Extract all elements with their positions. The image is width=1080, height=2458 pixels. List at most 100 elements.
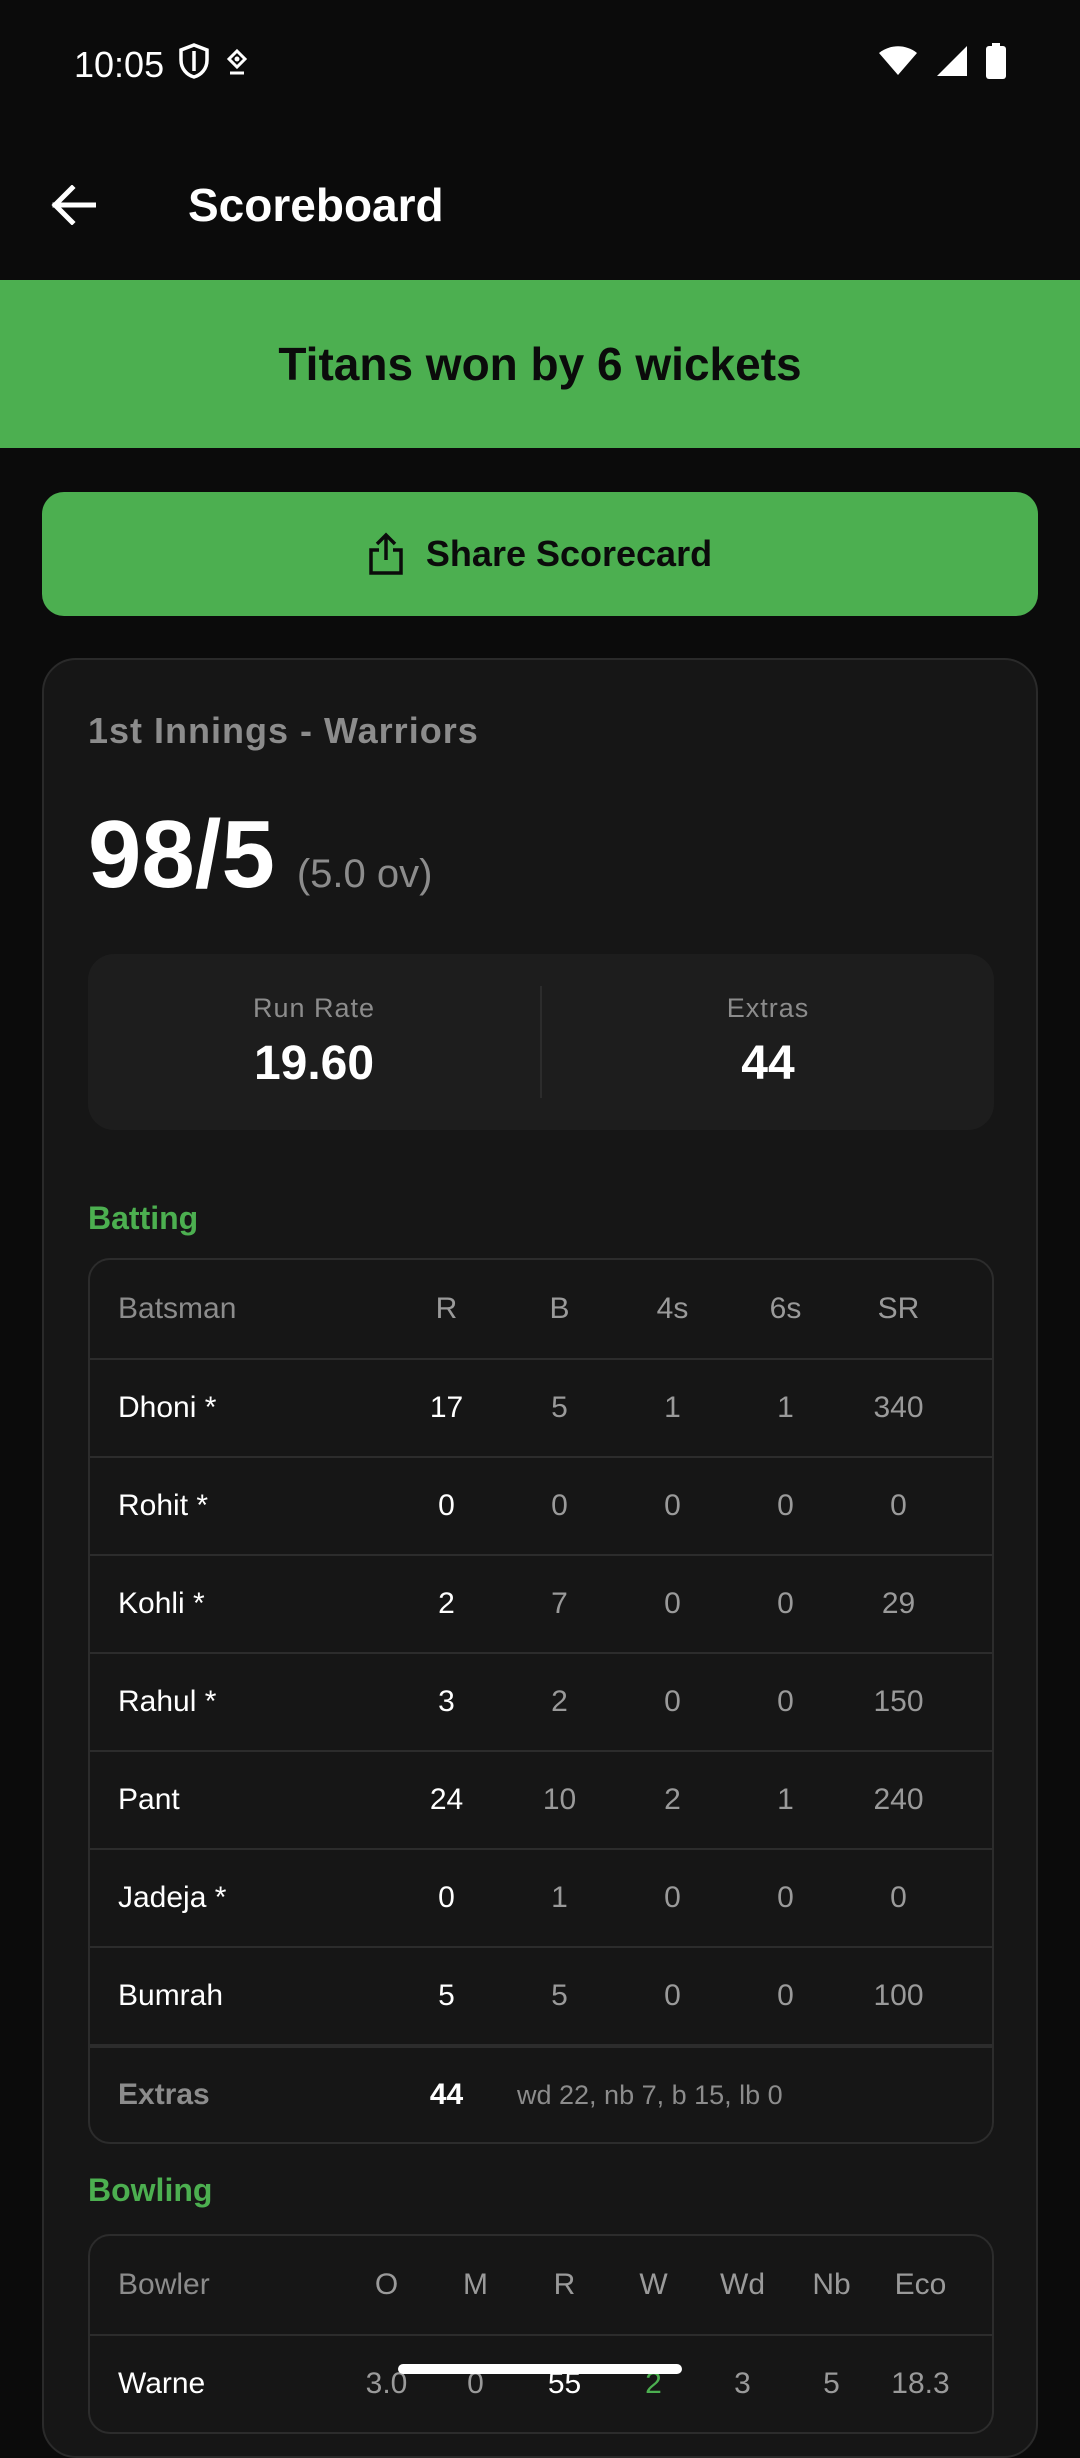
bowling-table: Bowler O M R W Wd Nb Eco Warne 3.0 0 55 … (88, 2234, 994, 2434)
balls: 7 (551, 1587, 568, 1620)
innings-score: 98/5 (5.0 ov) (88, 800, 432, 910)
column-header: B (549, 1292, 570, 1325)
sixes: 0 (777, 1685, 794, 1718)
batsman-name: Dhoni * (118, 1391, 217, 1424)
extras-row-label: Extras (118, 2078, 210, 2111)
balls: 5 (551, 1979, 568, 2012)
table-row[interactable]: Bumrah 5 5 0 0 100 (90, 1946, 992, 2044)
strike-rate: 100 (873, 1979, 924, 2012)
page-title: Scoreboard (188, 179, 444, 231)
column-header: SR (877, 1292, 920, 1325)
sixes: 1 (777, 1391, 794, 1424)
bowler-name: Warne (118, 2367, 206, 2400)
balls: 5 (551, 1391, 568, 1424)
table-row[interactable]: Rahul * 3 2 0 0 150 (90, 1652, 992, 1750)
innings-stats: Run Rate 19.60 Extras 44 (88, 954, 994, 1130)
table-row[interactable]: Kohli * 2 7 0 0 29 (90, 1554, 992, 1652)
strike-rate: 0 (890, 1881, 907, 1914)
battery-icon (986, 42, 1006, 88)
share-scorecard-label: Share Scorecard (425, 533, 713, 574)
fours: 0 (664, 1979, 681, 2012)
home-indicator[interactable] (398, 2364, 682, 2374)
table-row[interactable]: Jadeja * 0 1 0 0 0 (90, 1848, 992, 1946)
sixes: 0 (777, 1489, 794, 1522)
fours: 2 (664, 1783, 681, 1816)
batsman-name: Pant (118, 1783, 180, 1816)
runs: 5 (438, 1979, 455, 2012)
runs: 24 (429, 1783, 464, 1816)
wides: 3 (734, 2367, 751, 2400)
extras-row-value: 44 (429, 2078, 464, 2111)
column-header: 4s (656, 1292, 689, 1325)
sixes: 0 (777, 1587, 794, 1620)
run-rate-label: Run Rate (252, 993, 376, 1023)
extras-row-detail: wd 22, nb 7, b 15, lb 0 (517, 2079, 783, 2110)
table-row[interactable]: Pant 24 10 2 1 240 (90, 1750, 992, 1848)
batsman-name: Kohli * (118, 1587, 205, 1620)
batting-section-label: Batting (88, 1200, 199, 1236)
batsman-name: Jadeja * (118, 1881, 227, 1914)
innings-title: 1st Innings - Warriors (88, 710, 479, 751)
table-header-row: Bowler O M R W Wd Nb Eco (90, 2236, 992, 2334)
sixes: 0 (777, 1881, 794, 1914)
column-header: R (435, 1292, 458, 1325)
score-overs: (5.0 ov) (296, 852, 433, 896)
extras-row: Extras 44 wd 22, nb 7, b 15, lb 0 (90, 2044, 992, 2142)
shield-icon (178, 42, 210, 88)
strike-rate: 0 (890, 1489, 907, 1522)
balls: 10 (542, 1783, 577, 1816)
back-button[interactable] (28, 160, 118, 250)
strike-rate: 340 (873, 1391, 924, 1424)
location-icon (224, 44, 250, 86)
table-row[interactable]: Warne 3.0 0 55 2 3 5 18.3 (90, 2334, 992, 2432)
column-header: M (463, 2268, 488, 2301)
no-balls: 5 (823, 2367, 840, 2400)
strike-rate: 29 (881, 1587, 916, 1620)
column-header: Bowler (118, 2268, 210, 2301)
economy: 18.3 (891, 2367, 950, 2400)
wifi-icon (878, 44, 918, 86)
match-result-text: Titans won by 6 wickets (278, 338, 802, 390)
run-rate-value: 19.60 (253, 1037, 375, 1090)
table-row[interactable]: Rohit * 0 0 0 0 0 (90, 1456, 992, 1554)
fours: 1 (664, 1391, 681, 1424)
cellular-signal-icon (936, 44, 968, 86)
runs: 0 (438, 1489, 455, 1522)
sixes: 0 (777, 1979, 794, 2012)
runs: 0 (438, 1881, 455, 1914)
status-bar: 10:05 (0, 0, 1080, 130)
run-rate-stat: Run Rate 19.60 (88, 993, 540, 1091)
runs: 2 (438, 1587, 455, 1620)
extras-stat-value: 44 (741, 1037, 795, 1090)
runs: 17 (429, 1391, 464, 1424)
balls: 1 (551, 1881, 568, 1914)
column-header: Nb (812, 2268, 851, 2301)
batsman-name: Bumrah (118, 1979, 224, 2012)
fours: 0 (664, 1489, 681, 1522)
column-header: W (639, 2268, 668, 2301)
batsman-name: Rahul * (118, 1685, 217, 1718)
sixes: 1 (777, 1783, 794, 1816)
balls: 0 (551, 1489, 568, 1522)
column-header: Eco (894, 2268, 947, 2301)
strike-rate: 150 (873, 1685, 924, 1718)
fours: 0 (664, 1685, 681, 1718)
arrow-left-icon (51, 185, 96, 225)
batting-table: Batsman R B 4s 6s SR Dhoni * 17 5 1 1 34… (88, 1258, 994, 2144)
fours: 0 (664, 1587, 681, 1620)
runs: 3 (438, 1685, 455, 1718)
fours: 0 (664, 1881, 681, 1914)
app-bar: Scoreboard (0, 130, 1080, 280)
column-header: Wd (720, 2268, 765, 2301)
column-header: R (553, 2268, 576, 2301)
extras-stat: Extras 44 (542, 993, 994, 1091)
share-scorecard-button[interactable]: Share Scorecard (42, 492, 1038, 616)
column-header: 6s (769, 1292, 802, 1325)
score-total: 98/5 (88, 801, 275, 908)
table-header-row: Batsman R B 4s 6s SR (90, 1260, 992, 1358)
strike-rate: 240 (873, 1783, 924, 1816)
innings-card: 1st Innings - Warriors 98/5 (5.0 ov) Run… (42, 658, 1038, 2458)
extras-stat-label: Extras (726, 993, 810, 1023)
table-row[interactable]: Dhoni * 17 5 1 1 340 (90, 1358, 992, 1456)
bowling-section-label: Bowling (88, 2172, 213, 2208)
